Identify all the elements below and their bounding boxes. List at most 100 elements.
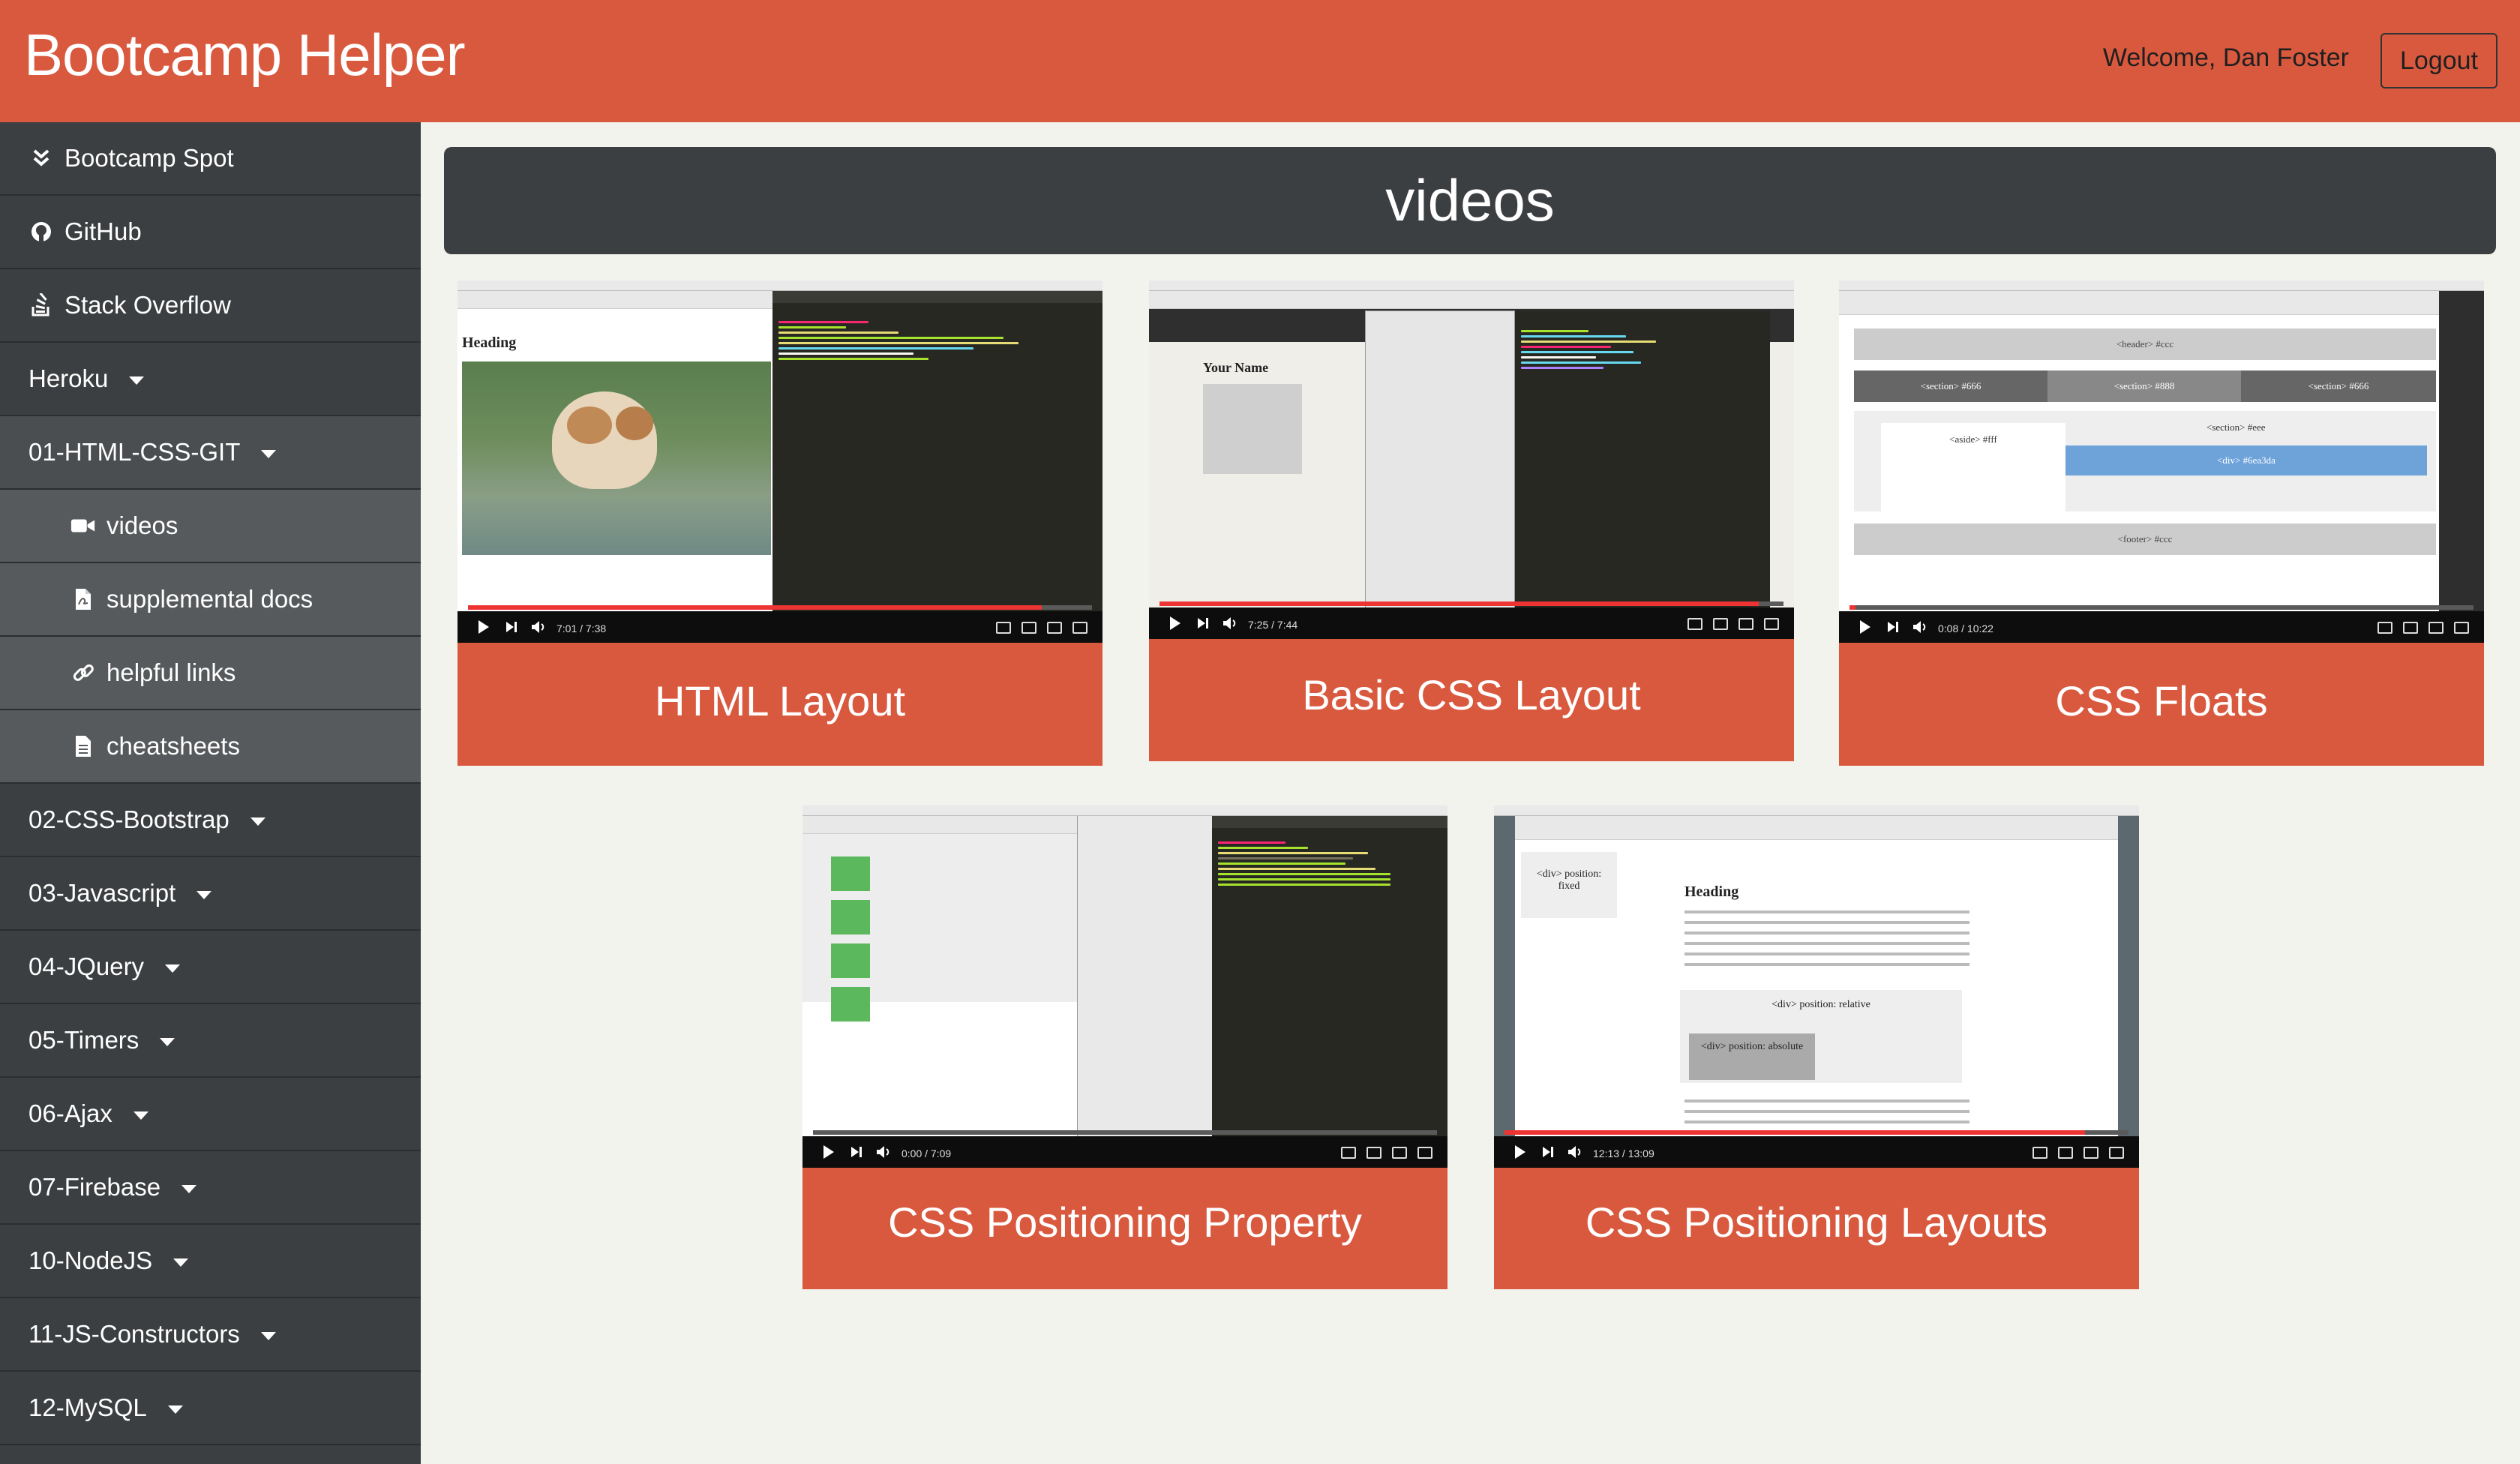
- sidebar-item-11-js-constructors[interactable]: 11-JS-Constructors: [0, 1298, 421, 1372]
- progress-fill: [1504, 1130, 2085, 1135]
- brand-title[interactable]: Bootcamp Helper: [24, 21, 466, 89]
- video-card[interactable]: 0:00 / 7:09 CSS Positioning Property: [802, 806, 1448, 1289]
- play-icon[interactable]: [478, 620, 489, 634]
- sidebar-item-bootcamp-spot[interactable]: Bootcamp Spot: [0, 122, 421, 196]
- sidebar-item-label: 07-Firebase: [28, 1173, 161, 1201]
- video-player[interactable]: 0:00 / 7:09: [802, 806, 1448, 1168]
- sidebar-item-04-jquery[interactable]: 04-JQuery: [0, 931, 421, 1004]
- play-icon[interactable]: [1860, 620, 1870, 634]
- captions-icon[interactable]: [1688, 618, 1702, 630]
- logout-button[interactable]: Logout: [2380, 33, 2498, 88]
- thumb-your-name: Your Name: [1203, 360, 1269, 375]
- fullscreen-icon[interactable]: [1764, 618, 1779, 630]
- settings-icon[interactable]: [2403, 622, 2418, 634]
- captions-icon[interactable]: [996, 622, 1011, 634]
- play-icon[interactable]: [1170, 616, 1180, 630]
- video-player[interactable]: <div> position: fixed Heading <div> posi…: [1494, 806, 2139, 1168]
- settings-icon[interactable]: [1366, 1147, 1382, 1159]
- captions-icon[interactable]: [1341, 1147, 1356, 1159]
- thumb-section-888: <section> #888: [2048, 370, 2241, 402]
- file-text-icon: [70, 734, 96, 759]
- sidebar-item-05-timers[interactable]: 05-Timers: [0, 1004, 421, 1078]
- video-title[interactable]: CSS Positioning Property: [802, 1198, 1448, 1246]
- video-camera-icon: [70, 513, 96, 538]
- video-title[interactable]: CSS Positioning Layouts: [1494, 1198, 2139, 1246]
- progress-bar[interactable]: [813, 1130, 1437, 1135]
- video-card[interactable]: <div> position: fixed Heading <div> posi…: [1494, 806, 2139, 1289]
- player-controls: 7:01 / 7:38: [458, 611, 1102, 643]
- progress-bar[interactable]: [1504, 1130, 2128, 1135]
- sidebar-item-10-nodejs[interactable]: 10-NodeJS: [0, 1225, 421, 1298]
- stack-overflow-icon: [28, 292, 54, 318]
- fullscreen-icon[interactable]: [2454, 622, 2469, 634]
- sidebar-item-01-html-css-git[interactable]: 01-HTML-CSS-GIT: [0, 416, 421, 490]
- sidebar-item-03-javascript[interactable]: 03-Javascript: [0, 857, 421, 931]
- play-icon[interactable]: [1515, 1145, 1526, 1159]
- video-player[interactable]: Heading 7:01 / 7:38: [458, 280, 1102, 643]
- sidebar-item-label: Bootcamp Spot: [64, 144, 234, 172]
- play-icon[interactable]: [824, 1145, 834, 1159]
- settings-icon[interactable]: [1713, 618, 1728, 630]
- theater-icon[interactable]: [1047, 622, 1062, 634]
- player-controls: 0:00 / 7:09: [802, 1136, 1448, 1168]
- theater-icon[interactable]: [1738, 618, 1754, 630]
- fullscreen-icon[interactable]: [1072, 622, 1088, 634]
- sidebar-item-06-ajax[interactable]: 06-Ajax: [0, 1078, 421, 1151]
- theater-icon[interactable]: [2428, 622, 2444, 634]
- volume-icon[interactable]: [1912, 620, 1928, 634]
- sidebar-item-label: helpful links: [106, 658, 236, 686]
- sidebar-item-label: 03-Javascript: [28, 879, 176, 907]
- video-card[interactable]: Your Name 7:25 / 7:44 Basic CSS Layout: [1149, 280, 1794, 761]
- skip-next-icon[interactable]: [1197, 617, 1209, 629]
- progress-bar[interactable]: [1850, 605, 2474, 610]
- sidebar-item-label: 10-NodeJS: [28, 1246, 153, 1274]
- settings-icon[interactable]: [1022, 622, 1036, 634]
- settings-icon[interactable]: [2058, 1147, 2073, 1159]
- sidebar-item-label: 01-HTML-CSS-GIT: [28, 438, 241, 466]
- sidebar-subitem-cheatsheets[interactable]: cheatsheets: [0, 710, 421, 784]
- sidebar-item-label: Stack Overflow: [64, 291, 231, 319]
- caret-down-icon: [182, 1184, 197, 1193]
- video-card[interactable]: Heading 7:01 / 7:38 HTML Layout: [458, 280, 1102, 766]
- sidebar-subitem-videos[interactable]: videos: [0, 490, 421, 563]
- video-time: 7:25 / 7:44: [1248, 619, 1298, 631]
- video-time: 7:01 / 7:38: [556, 622, 607, 634]
- video-player[interactable]: <header> #ccc <section> #666 <section> #…: [1839, 280, 2484, 643]
- sidebar-subitem-helpful-links[interactable]: helpful links: [0, 637, 421, 710]
- captions-icon[interactable]: [2378, 622, 2392, 634]
- sidebar-item-heroku[interactable]: Heroku: [0, 343, 421, 416]
- thumb-heading: Heading: [1684, 884, 1739, 900]
- progress-fill: [1850, 605, 1856, 610]
- theater-icon[interactable]: [2084, 1147, 2098, 1159]
- skip-next-icon[interactable]: [1887, 621, 1899, 633]
- sidebar-item-07-firebase[interactable]: 07-Firebase: [0, 1151, 421, 1225]
- sidebar-subitem-supplemental-docs[interactable]: supplemental docs: [0, 563, 421, 637]
- player-controls: 12:13 / 13:09: [1494, 1136, 2139, 1168]
- sidebar-item-github[interactable]: GitHub: [0, 196, 421, 269]
- skip-next-icon[interactable]: [1542, 1146, 1554, 1158]
- theater-icon[interactable]: [1392, 1147, 1407, 1159]
- sidebar-item-stack-overflow[interactable]: Stack Overflow: [0, 269, 421, 343]
- player-controls: 7:25 / 7:44: [1149, 608, 1794, 639]
- video-title[interactable]: HTML Layout: [458, 676, 1102, 725]
- sidebar-item-label: 05-Timers: [28, 1026, 140, 1054]
- skip-next-icon[interactable]: [506, 621, 518, 633]
- progress-bar[interactable]: [468, 605, 1092, 610]
- video-card[interactable]: <header> #ccc <section> #666 <section> #…: [1839, 280, 2484, 766]
- video-title[interactable]: Basic CSS Layout: [1149, 670, 1794, 719]
- progress-bar[interactable]: [1160, 602, 1784, 606]
- video-title[interactable]: CSS Floats: [1839, 676, 2484, 725]
- skip-next-icon[interactable]: [850, 1146, 862, 1158]
- volume-icon[interactable]: [876, 1145, 891, 1159]
- sidebar-item-02-css-bootstrap[interactable]: 02-CSS-Bootstrap: [0, 784, 421, 857]
- fullscreen-icon[interactable]: [2109, 1147, 2124, 1159]
- volume-icon[interactable]: [1222, 616, 1238, 630]
- sidebar-item-12-mysql[interactable]: 12-MySQL: [0, 1372, 421, 1445]
- volume-icon[interactable]: [531, 620, 546, 634]
- link-icon: [70, 660, 96, 686]
- sidebar-item-label: supplemental docs: [106, 585, 314, 613]
- volume-icon[interactable]: [1568, 1145, 1582, 1159]
- video-player[interactable]: Your Name 7:25 / 7:44: [1149, 280, 1794, 639]
- captions-icon[interactable]: [2032, 1147, 2048, 1159]
- fullscreen-icon[interactable]: [1418, 1147, 1432, 1159]
